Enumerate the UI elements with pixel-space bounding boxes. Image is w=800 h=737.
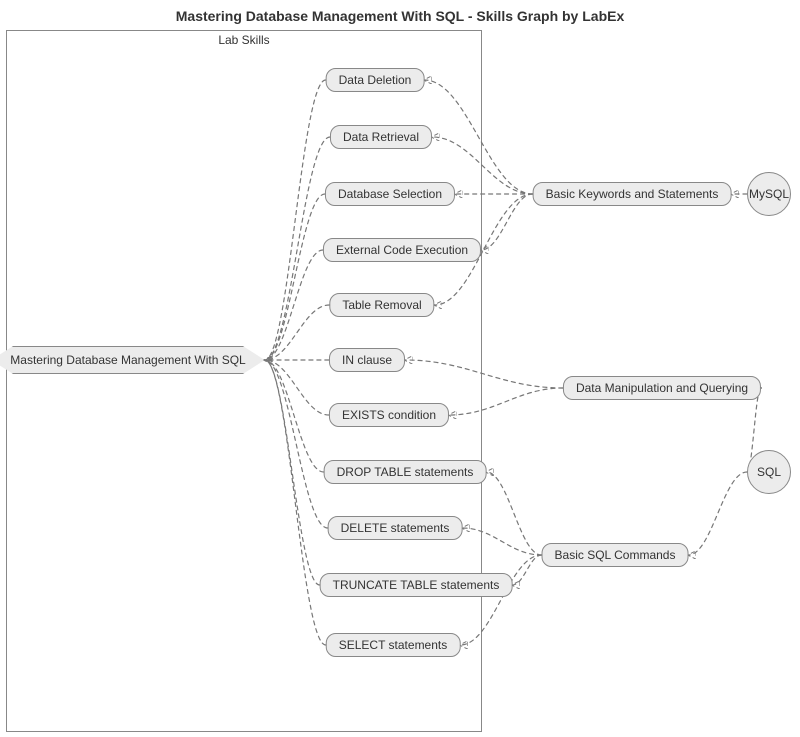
- node-label: Table Removal: [342, 298, 421, 312]
- node-table-removal: Table Removal: [329, 293, 434, 317]
- diagram-stage: Mastering Database Management With SQL -…: [0, 0, 800, 737]
- node-label: IN clause: [342, 353, 392, 367]
- edge: [481, 194, 533, 250]
- node-label: MySQL: [749, 187, 789, 201]
- group-lab-skills-label: Lab Skills: [7, 33, 481, 47]
- edge: [688, 472, 747, 555]
- node-mysql: MySQL: [747, 172, 791, 216]
- node-root-label: Mastering Database Management With SQL: [10, 353, 245, 367]
- node-label: Data Manipulation and Querying: [576, 381, 748, 395]
- node-data-manipulation-and-querying: Data Manipulation and Querying: [563, 376, 761, 400]
- node-label: Basic Keywords and Statements: [546, 187, 719, 201]
- node-label: TRUNCATE TABLE statements: [333, 578, 500, 592]
- edge: [512, 555, 541, 585]
- node-basic-keywords-and-statements: Basic Keywords and Statements: [533, 182, 732, 206]
- node-root: Mastering Database Management With SQL: [0, 346, 265, 374]
- node-label: DELETE statements: [341, 521, 450, 535]
- node-exists-condition: EXISTS condition: [329, 403, 449, 427]
- node-in-clause: IN clause: [329, 348, 405, 372]
- node-drop-table-statements: DROP TABLE statements: [324, 460, 487, 484]
- node-label: Database Selection: [338, 187, 442, 201]
- edge: [486, 472, 541, 555]
- node-label: SELECT statements: [339, 638, 448, 652]
- node-data-retrieval: Data Retrieval: [330, 125, 432, 149]
- node-database-selection: Database Selection: [325, 182, 455, 206]
- node-delete-statements: DELETE statements: [328, 516, 463, 540]
- diagram-title: Mastering Database Management With SQL -…: [0, 8, 800, 24]
- node-label: External Code Execution: [336, 243, 468, 257]
- node-data-deletion: Data Deletion: [326, 68, 425, 92]
- node-truncate-table-statements: TRUNCATE TABLE statements: [320, 573, 513, 597]
- node-select-statements: SELECT statements: [326, 633, 461, 657]
- node-basic-sql-commands: Basic SQL Commands: [542, 543, 689, 567]
- node-sql: SQL: [747, 450, 791, 494]
- node-external-code-execution: External Code Execution: [323, 238, 481, 262]
- node-label: Basic SQL Commands: [555, 548, 676, 562]
- node-label: DROP TABLE statements: [337, 465, 474, 479]
- node-label: Data Deletion: [339, 73, 412, 87]
- node-label: SQL: [757, 465, 781, 479]
- node-label: Data Retrieval: [343, 130, 419, 144]
- node-label: EXISTS condition: [342, 408, 436, 422]
